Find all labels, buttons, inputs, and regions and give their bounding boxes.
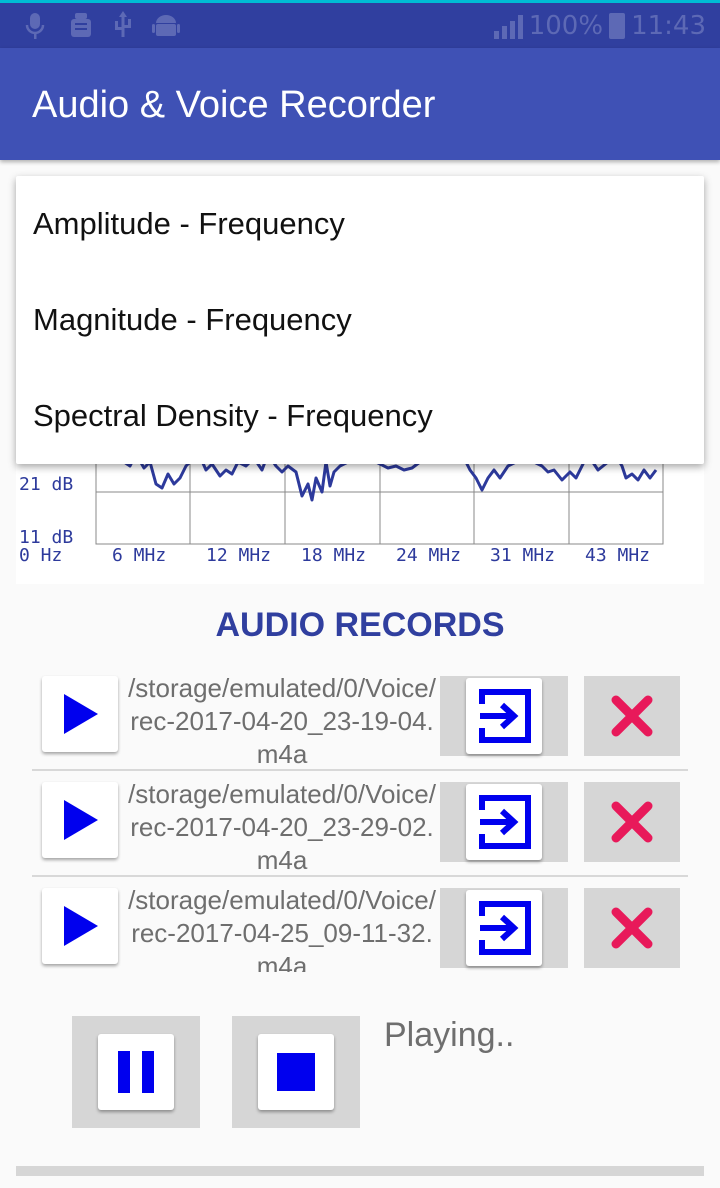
open-record-inner <box>466 890 542 966</box>
pause-button-inner <box>98 1034 174 1110</box>
record-path: /storage/emulated/0/Voice/rec-2017-04-25… <box>128 885 436 972</box>
play-icon <box>64 906 98 946</box>
play-button[interactable] <box>42 888 118 964</box>
clock: 11:43 <box>631 11 706 41</box>
play-button[interactable] <box>42 782 118 858</box>
x-tick-label: 18 MHz <box>301 545 366 566</box>
app-title: Audio & Voice Recorder <box>32 84 436 126</box>
login-arrow-icon <box>479 795 531 849</box>
close-icon <box>611 695 653 737</box>
records-title: AUDIO RECORDS <box>215 606 505 644</box>
graph-type-menu: Amplitude - Frequency Magnitude - Freque… <box>16 176 704 464</box>
battery-charging-icon <box>609 13 626 39</box>
login-arrow-icon <box>479 689 531 743</box>
record-path: /storage/emulated/0/Voice/rec-2017-04-20… <box>128 673 436 769</box>
battery-text: 100% <box>528 11 604 41</box>
delete-record-button[interactable] <box>584 888 680 968</box>
row-divider <box>32 875 688 877</box>
android-debug-icon <box>68 11 94 48</box>
x-tick-label: 31 MHz <box>490 545 555 566</box>
open-record-inner <box>466 678 542 754</box>
menu-item-spectral-density-frequency[interactable]: Spectral Density - Frequency <box>16 368 704 464</box>
x-tick-label: 12 MHz <box>206 545 271 566</box>
menu-item-amplitude-frequency[interactable]: Amplitude - Frequency <box>16 176 704 272</box>
android-icon <box>152 11 180 48</box>
signal-icon <box>493 13 523 39</box>
record-row: /storage/emulated/0/Voice/rec-2017-04-20… <box>32 776 688 880</box>
microphone-icon <box>24 11 46 48</box>
x-tick-label: 24 MHz <box>396 545 461 566</box>
row-divider <box>32 769 688 771</box>
record-path: /storage/emulated/0/Voice/rec-2017-04-20… <box>128 779 436 875</box>
open-record-inner <box>466 784 542 860</box>
pause-icon <box>118 1051 154 1093</box>
record-row: /storage/emulated/0/Voice/rec-2017-04-25… <box>32 882 688 986</box>
record-row: /storage/emulated/0/Voice/rec-2017-04-20… <box>32 670 688 774</box>
usb-icon <box>112 11 134 48</box>
stop-icon <box>277 1053 315 1091</box>
x-tick-label: 6 MHz <box>112 545 166 566</box>
delete-record-button[interactable] <box>584 676 680 756</box>
pause-button[interactable] <box>72 1016 200 1128</box>
open-record-button[interactable] <box>440 888 568 968</box>
open-record-button[interactable] <box>440 676 568 756</box>
bottom-divider <box>16 1166 704 1176</box>
playback-status: Playing.. <box>384 1016 515 1054</box>
app-bar: Audio & Voice Recorder <box>0 48 720 160</box>
close-icon <box>611 907 653 949</box>
open-record-button[interactable] <box>440 782 568 862</box>
stop-button-inner <box>258 1034 334 1110</box>
close-icon <box>611 801 653 843</box>
status-bar: 100% 11:43 <box>0 0 720 48</box>
y-tick-label: 21 dB <box>19 474 73 495</box>
delete-record-button[interactable] <box>584 782 680 862</box>
play-icon <box>64 694 98 734</box>
x-tick-label: 43 MHz <box>585 545 650 566</box>
play-button[interactable] <box>42 676 118 752</box>
menu-item-magnitude-frequency[interactable]: Magnitude - Frequency <box>16 272 704 368</box>
play-icon <box>64 800 98 840</box>
status-right: 100% 11:43 <box>493 11 706 41</box>
stop-button[interactable] <box>232 1016 360 1128</box>
login-arrow-icon <box>479 901 531 955</box>
x-tick-label: 0 Hz <box>19 545 62 566</box>
